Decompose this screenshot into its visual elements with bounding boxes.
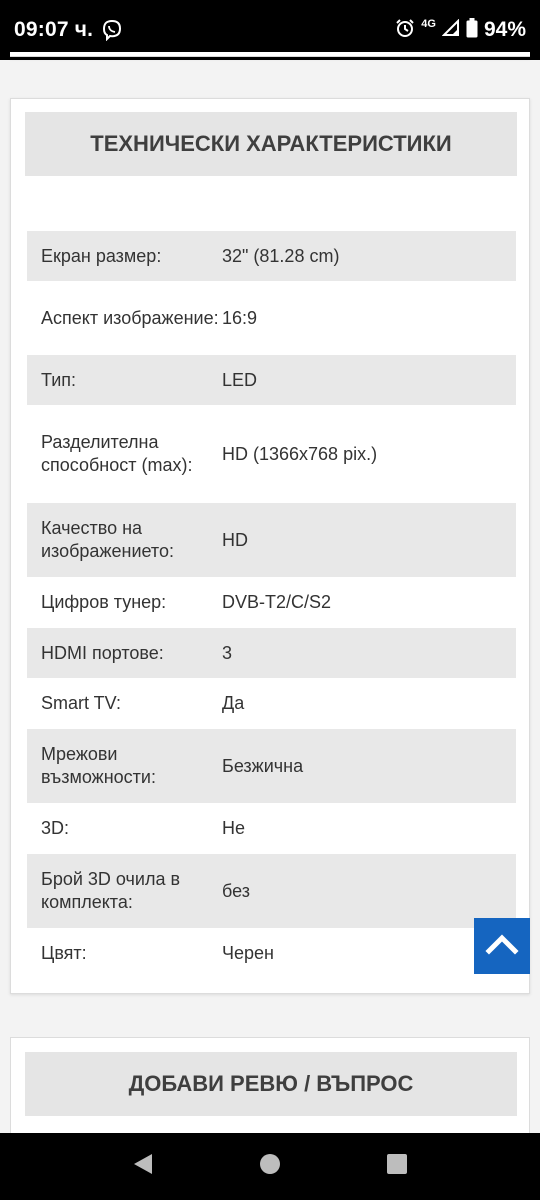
chevron-up-icon <box>485 933 519 960</box>
spec-label: Брой 3D очила в комплекта: <box>41 869 181 912</box>
signal-icon <box>441 18 460 42</box>
spec-row: HDMI портове: 3 <box>27 628 516 678</box>
scroll-top-button[interactable] <box>474 918 530 974</box>
navigation-bar <box>0 1133 540 1200</box>
spec-row: Брой 3D очила в комплекта: без <box>27 854 516 928</box>
specs-title: ТЕХНИЧЕСКИ ХАРАКТЕРИСТИКИ <box>25 112 517 176</box>
spec-row: 3D: Не <box>27 803 516 854</box>
spec-value: Не <box>222 818 246 838</box>
spec-row: Мрежови възможности: Безжична <box>27 729 516 803</box>
spec-row: Аспект изображение: 16:9 <box>27 281 516 355</box>
spec-label: Цифров тунер: <box>41 592 167 612</box>
spec-value: 16:9 <box>222 307 258 328</box>
back-triangle-icon <box>132 1152 154 1181</box>
status-icons: 4G 94% <box>395 17 526 43</box>
spec-label: Тип: <box>41 369 77 390</box>
spec-label: HDMI портове: <box>41 642 164 663</box>
status-time: 09:07 ч. <box>14 18 94 41</box>
previous-card-edge <box>10 52 530 57</box>
spec-label: Аспект изображение: <box>41 307 219 328</box>
spec-label: 3D: <box>41 818 70 838</box>
spec-label: Екран размер: <box>41 245 162 266</box>
specs-card: ТЕХНИЧЕСКИ ХАРАКТЕРИСТИКИ Екран размер: … <box>10 98 530 994</box>
spec-label: Цвят: <box>41 942 87 963</box>
spec-row: Цифров тунер: DVB-T2/C/S2 <box>27 577 516 628</box>
alarm-icon <box>395 18 415 43</box>
viber-icon <box>101 19 123 42</box>
spec-value: LED <box>222 369 258 390</box>
back-button[interactable] <box>123 1147 163 1187</box>
spec-label: Smart TV: <box>41 693 122 713</box>
add-review-button[interactable]: ДОБАВИ РЕВЮ / ВЪПРОС <box>25 1052 517 1116</box>
network-type: 4G <box>421 18 436 30</box>
spec-value: Безжична <box>222 755 304 776</box>
recents-button[interactable] <box>377 1147 417 1187</box>
spec-row: Разделителна способност (max): HD (1366x… <box>27 405 516 503</box>
spec-value: Черен <box>222 942 274 963</box>
spec-value: 3 <box>222 642 233 663</box>
spec-row: Тип: LED <box>27 355 516 405</box>
spec-row: Екран размер: 32" (81.28 cm) <box>27 231 516 281</box>
spec-label: Мрежови възможности: <box>41 744 156 787</box>
spec-value: DVB-T2/C/S2 <box>222 592 332 612</box>
home-circle-icon <box>259 1153 281 1180</box>
spec-value: без <box>222 880 250 901</box>
home-button[interactable] <box>250 1147 290 1187</box>
battery-percent: 94% <box>483 18 526 41</box>
specs-table: Екран размер: 32" (81.28 cm) Аспект изоб… <box>27 231 516 978</box>
spec-value: HD <box>222 529 248 550</box>
spec-value: 32" (81.28 cm) <box>222 245 340 266</box>
spec-value: HD (1366x768 pix.) <box>222 443 378 464</box>
spec-label: Качество на изображението: <box>41 518 174 561</box>
spec-row: Цвят: Черен <box>27 928 516 978</box>
review-card: ДОБАВИ РЕВЮ / ВЪПРОС <box>10 1037 530 1147</box>
battery-icon <box>466 17 478 43</box>
spec-value: Да <box>222 693 245 713</box>
status-bar: 09:07 ч. 4G 94% <box>0 0 540 60</box>
spec-row: Качество на изображението: HD <box>27 503 516 577</box>
spec-row: Smart TV: Да <box>27 678 516 729</box>
spec-label: Разделителна способност (max): <box>41 432 193 475</box>
recents-square-icon <box>386 1153 408 1180</box>
